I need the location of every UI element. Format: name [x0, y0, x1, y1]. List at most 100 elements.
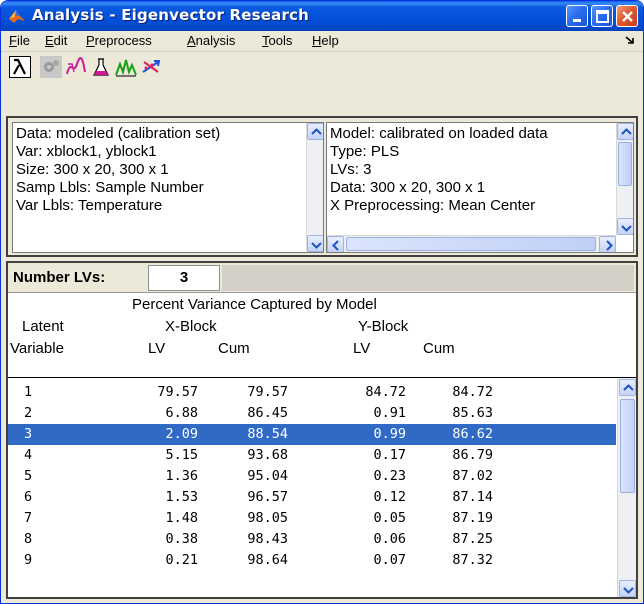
scroll-down-button[interactable] — [307, 235, 323, 252]
table-row[interactable]: 5 1.36 95.04 0.23 87.02 — [8, 466, 616, 487]
x-cum-value: 98.43 — [247, 531, 288, 547]
model-pane-vscroll[interactable] — [616, 123, 633, 235]
number-lvs-input[interactable]: 3 — [148, 265, 220, 291]
model-info-pane[interactable]: Model: calibrated on loaded data Type: P… — [326, 122, 634, 253]
table-row[interactable]: 4 5.15 93.68 0.17 86.79 — [8, 445, 616, 466]
chevron-up-icon — [621, 128, 632, 135]
scroll-down-button[interactable] — [619, 580, 636, 597]
lv-number: 2 — [24, 405, 33, 421]
menu-tools[interactable]: Tools — [262, 33, 292, 48]
x-cum-value: 98.64 — [247, 552, 288, 568]
menu-help[interactable]: Help — [312, 33, 339, 48]
chevron-down-icon — [311, 242, 322, 249]
y-lv-value: 84.72 — [365, 384, 406, 400]
data-pane-vscroll[interactable] — [306, 123, 323, 252]
x-cum-value: 98.05 — [247, 510, 288, 526]
y-lv-value: 0.91 — [373, 405, 406, 421]
menu-edit[interactable]: Edit — [45, 33, 67, 48]
variance-list[interactable]: 1 79.57 79.57 84.72 84.72 2 6.88 86.45 0.91 85.63… — [8, 377, 636, 597]
variance-title: Percent Variance Captured by Model — [132, 296, 377, 313]
scroll-right-button[interactable] — [599, 236, 616, 252]
close-button[interactable] — [616, 5, 638, 27]
lv-number: 4 — [24, 447, 33, 463]
table-row[interactable]: 3 2.09 88.54 0.99 86.62 — [8, 424, 616, 445]
y-cum-value: 87.02 — [452, 468, 493, 484]
y-lv-value: 0.07 — [373, 552, 406, 568]
y-cum-value: 87.25 — [452, 531, 493, 547]
menu-file[interactable]: File — [9, 33, 30, 48]
x-lv-value: 6.88 — [165, 405, 198, 421]
minimize-icon — [573, 19, 581, 22]
maximize-button[interactable] — [591, 5, 613, 27]
y-cum-value: 86.79 — [452, 447, 493, 463]
close-icon — [622, 11, 633, 22]
yblock-header: Y-Block — [358, 318, 409, 335]
toolbar — [1, 51, 643, 81]
x-cum-value: 88.54 — [247, 426, 288, 442]
table-row[interactable]: 8 0.38 98.43 0.06 87.25 — [8, 529, 616, 550]
menu-preprocess[interactable]: Preprocess — [86, 33, 152, 48]
lambda-icon[interactable] — [9, 56, 31, 78]
lv-number: 5 — [24, 468, 33, 484]
x-lv-value: 0.38 — [165, 531, 198, 547]
minimize-button[interactable] — [566, 5, 588, 27]
menu-bar: File Edit Preprocess Analysis Tools Help — [1, 31, 643, 50]
chevron-down-icon — [623, 587, 634, 594]
window-title: Analysis - Eigenvector Research — [32, 6, 310, 24]
lv-number: 1 — [24, 384, 33, 400]
peaks-icon[interactable] — [115, 56, 137, 78]
lv-number: 3 — [24, 426, 33, 442]
variance-list-vscroll[interactable] — [617, 378, 636, 597]
x-lv-value: 5.15 — [165, 447, 198, 463]
x-lv-value: 79.57 — [157, 384, 198, 400]
variance-table-header: Percent Variance Captured by Model Laten… — [8, 294, 636, 376]
x-cum-header: Cum — [218, 340, 250, 357]
scatter-arrows-icon[interactable] — [140, 56, 162, 78]
gear-icon[interactable] — [40, 56, 62, 78]
scroll-thumb[interactable] — [618, 142, 632, 186]
variable-header: Variable — [10, 340, 64, 357]
scroll-up-button[interactable] — [619, 379, 636, 396]
model-pane-hscroll[interactable] — [327, 235, 616, 252]
y-lv-value: 0.12 — [373, 489, 406, 505]
y-cum-value: 87.14 — [452, 489, 493, 505]
y-lv-value: 0.06 — [373, 531, 406, 547]
y-lv-value: 0.17 — [373, 447, 406, 463]
table-row[interactable]: 7 1.48 98.05 0.05 87.19 — [8, 508, 616, 529]
data-info-pane[interactable]: Data: modeled (calibration set) Var: xbl… — [12, 122, 324, 253]
scroll-left-button[interactable] — [327, 236, 344, 252]
y-lv-value: 0.05 — [373, 510, 406, 526]
y-lv-header: LV — [353, 340, 371, 357]
scroll-up-button[interactable] — [617, 123, 633, 140]
table-row[interactable]: 6 1.53 96.57 0.12 87.14 — [8, 487, 616, 508]
table-row[interactable]: 2 6.88 86.45 0.91 85.63 — [8, 403, 616, 424]
scroll-up-button[interactable] — [307, 123, 323, 140]
scroll-thumb[interactable] — [346, 237, 596, 251]
x-lv-value: 0.21 — [165, 552, 198, 568]
scroll-thumb[interactable] — [620, 399, 635, 493]
x-lv-value: 2.09 — [165, 426, 198, 442]
y-lv-value: 0.99 — [373, 426, 406, 442]
lv-number: 8 — [24, 531, 33, 547]
flask-icon[interactable] — [90, 56, 112, 78]
title-bar[interactable]: Analysis - Eigenvector Research — [1, 1, 643, 31]
data-info-text: Data: modeled (calibration set) Var: xbl… — [16, 125, 221, 214]
lv-number: 9 — [24, 552, 33, 568]
x-lv-value: 1.53 — [165, 489, 198, 505]
menu-dock-arrow-icon[interactable] — [625, 35, 635, 45]
menu-analysis[interactable]: Analysis — [187, 33, 235, 48]
latent-header: Latent — [22, 318, 64, 335]
chevron-down-icon — [621, 225, 632, 232]
number-lvs-label: Number LVs: — [13, 269, 106, 286]
table-row[interactable]: 9 0.21 98.64 0.07 87.32 — [8, 550, 616, 571]
lv-panel: Number LVs: 3 Percent Variance Captured … — [6, 261, 638, 599]
y-cum-value: 84.72 — [452, 384, 493, 400]
scroll-down-button[interactable] — [617, 218, 633, 235]
spectra-icon[interactable] — [65, 56, 87, 78]
chevron-right-icon — [606, 240, 613, 251]
model-info-text: Model: calibrated on loaded data Type: P… — [330, 125, 548, 214]
x-cum-value: 79.57 — [247, 384, 288, 400]
table-row[interactable]: 1 79.57 79.57 84.72 84.72 — [8, 382, 616, 403]
chevron-up-icon — [623, 384, 634, 391]
info-panel: Data: modeled (calibration set) Var: xbl… — [6, 116, 638, 257]
